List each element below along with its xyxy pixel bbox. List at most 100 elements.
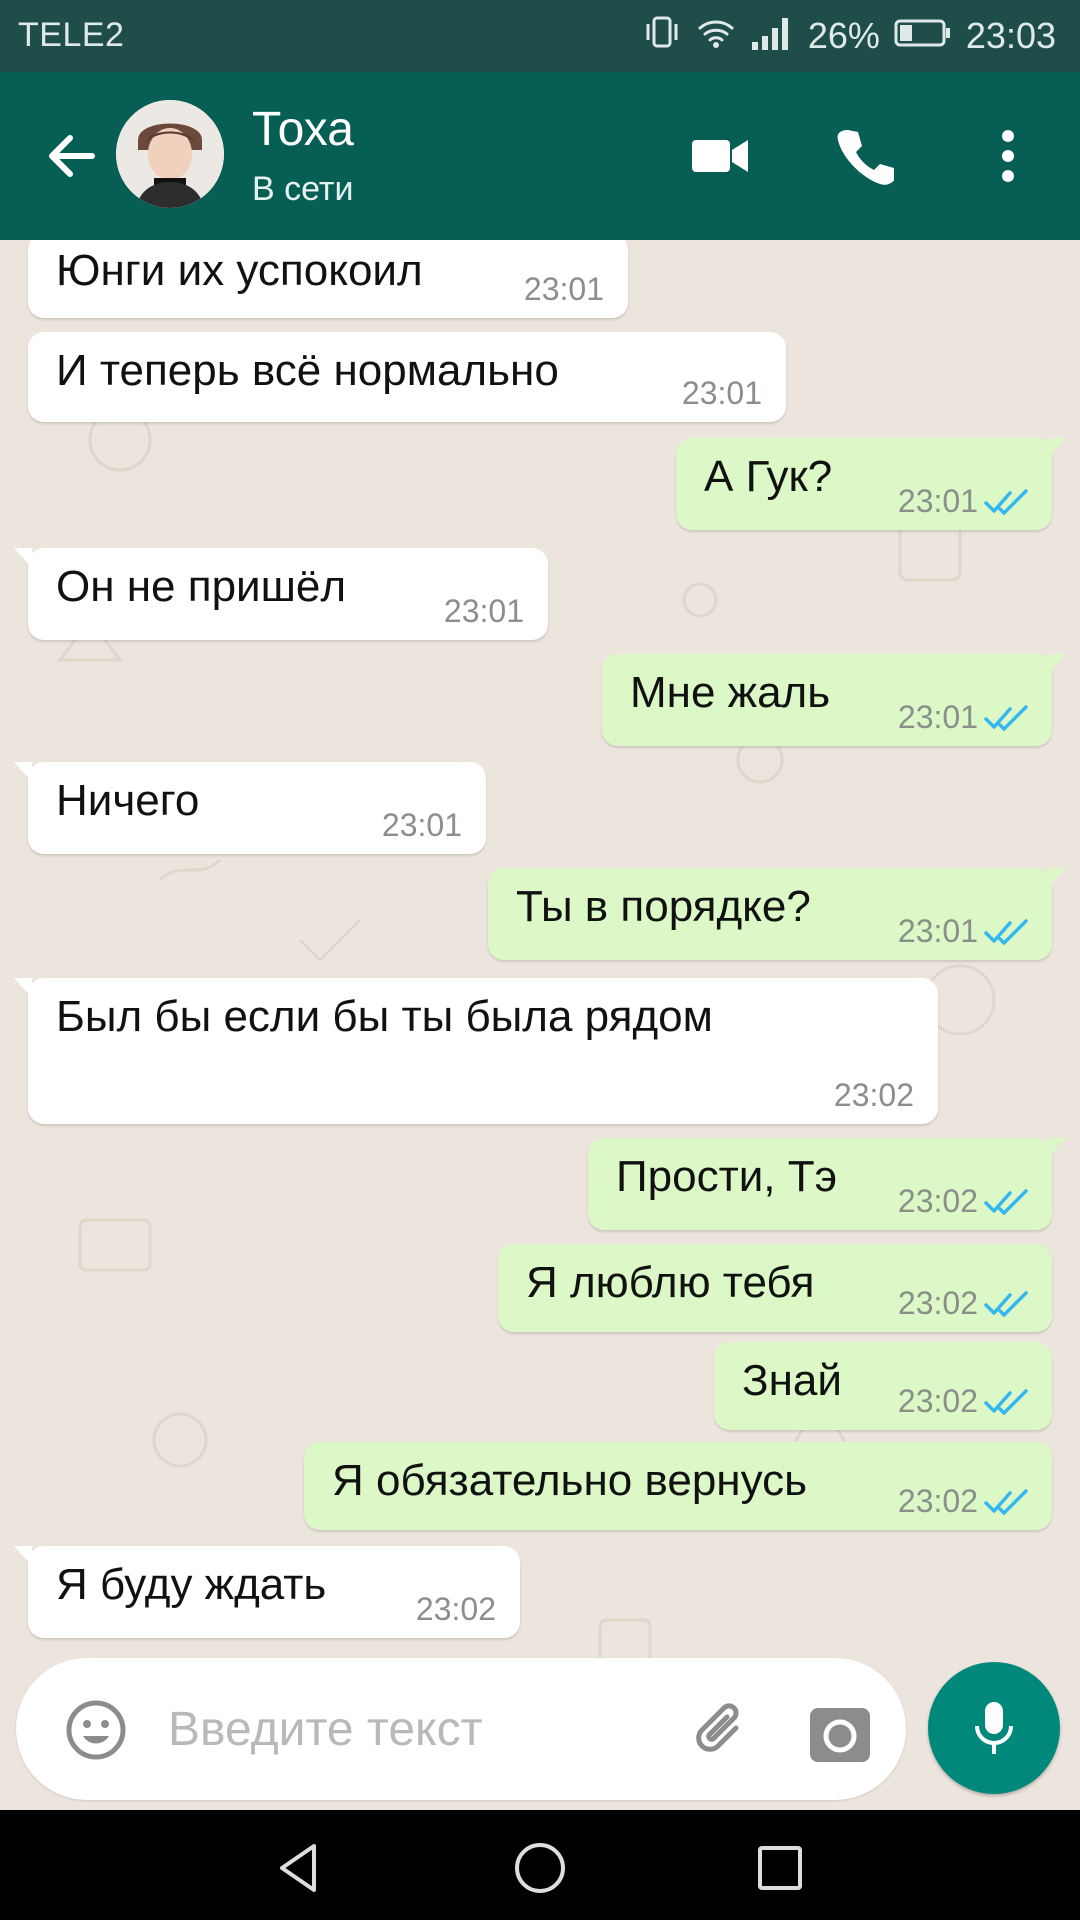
message-text: Прости, Тэ (616, 1152, 838, 1201)
message-bubble-outgoing[interactable]: Я люблю тебя 23:02 (498, 1244, 1052, 1332)
message-time: 23:01 (443, 593, 524, 629)
nav-recents-button[interactable] (750, 1838, 810, 1898)
message-time: 23:01 (897, 699, 978, 735)
status-bar: TELE2 26% 23:03 (0, 0, 1080, 72)
message-text: А Гук? (704, 452, 833, 501)
system-nav-bar (0, 1810, 1080, 1920)
message-text: Я буду ждать (56, 1560, 327, 1609)
wifi-icon (696, 12, 736, 61)
bubble-tail (1048, 868, 1066, 888)
message-time: 23:01 (523, 271, 604, 307)
message-time: 23:02 (897, 1183, 978, 1219)
message-text: Ты в порядке? (516, 882, 811, 931)
double-check-icon (984, 704, 1028, 731)
message-time: 23:02 (415, 1591, 496, 1627)
nav-home-button[interactable] (510, 1838, 570, 1898)
message-meta: 23:01 (524, 271, 604, 308)
message-bubble-incoming[interactable]: Я буду ждать 23:02 (14, 1546, 520, 1638)
more-options-button[interactable] (972, 120, 1044, 192)
message-bubble-outgoing[interactable]: Ты в порядке? 23:01 (488, 868, 1066, 960)
clock: 23:03 (965, 15, 1056, 56)
camera-button[interactable] (808, 1702, 872, 1766)
double-check-icon (984, 918, 1028, 945)
bubble-tail (14, 1546, 32, 1566)
chat-header: Тоха В сети (0, 72, 1080, 240)
nav-back-button[interactable] (270, 1838, 330, 1898)
bubble-tail (14, 978, 32, 998)
attach-button[interactable] (686, 1694, 756, 1764)
contact-status: В сети (252, 170, 354, 208)
phone-icon (837, 130, 894, 185)
message-time: 23:02 (897, 1383, 978, 1419)
status-icons: 26% 23:03 (642, 12, 1056, 60)
message-bubble-outgoing[interactable]: А Гук? 23:01 (676, 438, 1066, 530)
message-meta: 23:02 (834, 1077, 914, 1114)
message-text: Был бы если бы ты была рядом (56, 992, 713, 1041)
bubble-tail (14, 762, 32, 782)
video-call-button[interactable] (684, 120, 756, 192)
message-meta: 23:01 (898, 699, 1028, 736)
double-check-icon (984, 1488, 1028, 1515)
paperclip-icon (696, 1703, 739, 1752)
message-time: 23:01 (381, 807, 462, 843)
arrow-left-icon (49, 135, 95, 177)
video-camera-icon (692, 140, 748, 172)
avatar[interactable] (116, 100, 224, 208)
message-bubble-outgoing[interactable]: Я обязательно вернусь 23:02 (304, 1442, 1052, 1530)
message-input[interactable] (166, 1688, 670, 1770)
message-meta: 23:01 (382, 807, 462, 844)
double-check-icon (984, 1388, 1028, 1415)
message-time: 23:02 (833, 1077, 914, 1113)
message-text: Я обязательно вернусь (332, 1456, 808, 1505)
microphone-icon (975, 1702, 1013, 1754)
message-meta: 23:02 (898, 1183, 1028, 1220)
message-text: Знай (742, 1356, 842, 1405)
battery-percent: 26% (807, 15, 880, 56)
bubble-tail (1048, 1138, 1066, 1158)
avatar-photo-icon (116, 100, 224, 208)
message-bubble-incoming[interactable]: И теперь всё нормально 23:01 (28, 332, 786, 422)
message-text: Я люблю тебя (526, 1258, 815, 1307)
voice-call-button[interactable] (828, 120, 900, 192)
more-vertical-icon (1002, 130, 1014, 182)
double-check-icon (984, 1188, 1028, 1215)
bubble-tail (1048, 438, 1066, 458)
camera-icon (810, 1708, 870, 1762)
double-check-icon (984, 488, 1028, 515)
vibrate-icon (642, 12, 682, 61)
message-meta: 23:02 (898, 1383, 1028, 1420)
chat-area[interactable]: Юнги их успокоил 23:01 И теперь всё норм… (0, 240, 1080, 1810)
message-text: И теперь всё нормально (56, 346, 559, 395)
message-meta: 23:01 (682, 375, 762, 412)
message-composer (0, 1650, 1080, 1810)
voice-message-button[interactable] (928, 1662, 1060, 1794)
double-check-icon (984, 1290, 1028, 1317)
message-bubble-outgoing[interactable]: Знай 23:02 (714, 1342, 1052, 1430)
input-pill (16, 1658, 906, 1800)
message-time: 23:01 (897, 483, 978, 519)
triangle-back-icon (280, 1844, 316, 1892)
bubble-tail (1048, 654, 1066, 674)
message-meta: 23:01 (898, 483, 1028, 520)
message-time: 23:02 (897, 1285, 978, 1321)
carrier-label: TELE2 (18, 16, 125, 54)
message-text: Юнги их успокоил (56, 246, 423, 295)
message-bubble-outgoing[interactable]: Мне жаль 23:01 (602, 654, 1066, 746)
message-bubble-outgoing[interactable]: Прости, Тэ 23:02 (588, 1138, 1066, 1230)
contact-name[interactable]: Тоха (252, 102, 354, 157)
message-meta: 23:02 (898, 1285, 1028, 1322)
message-bubble-incoming[interactable]: Он не пришёл 23:01 (14, 548, 548, 640)
back-button[interactable] (40, 124, 104, 188)
smiley-icon (66, 1700, 126, 1760)
circle-home-icon (515, 1843, 565, 1893)
message-bubble-incoming[interactable]: Ничего 23:01 (14, 762, 486, 854)
emoji-button[interactable] (64, 1698, 128, 1762)
message-bubble-incoming[interactable]: Был бы если бы ты была рядом 23:02 (14, 978, 938, 1124)
message-time: 23:01 (681, 375, 762, 411)
message-text: Ничего (56, 776, 200, 825)
bubble-tail (14, 548, 32, 568)
message-meta: 23:01 (898, 913, 1028, 950)
message-meta: 23:01 (444, 593, 524, 630)
message-meta: 23:02 (416, 1591, 496, 1628)
message-bubble-incoming[interactable]: Юнги их успокоил 23:01 (28, 240, 628, 318)
